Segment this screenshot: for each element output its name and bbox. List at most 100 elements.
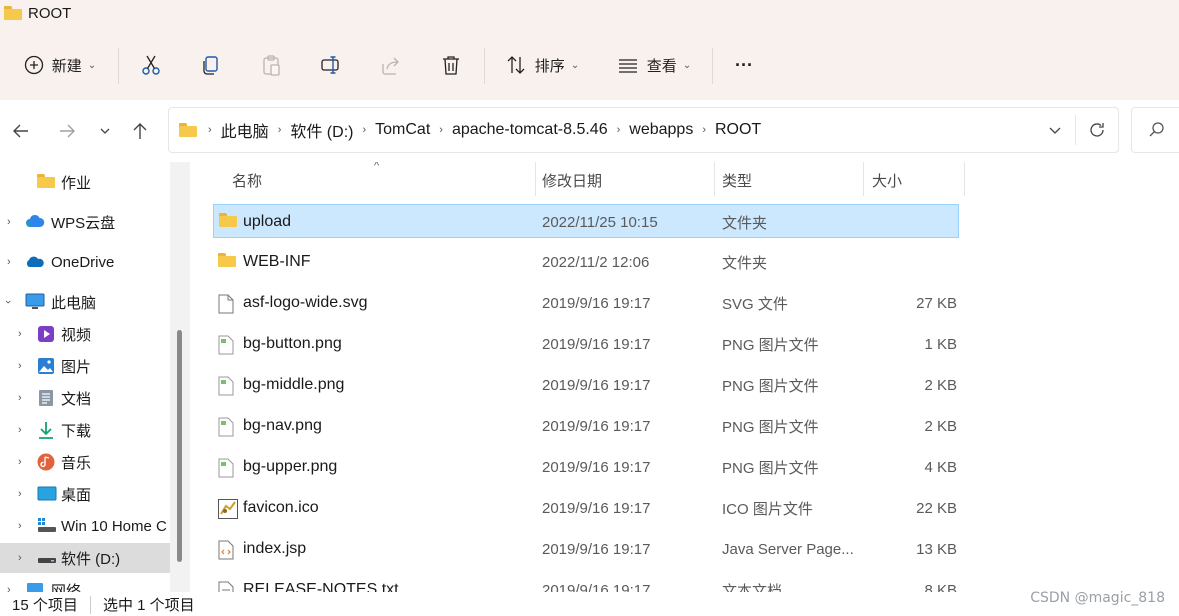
sidebar-item-onedrive[interactable]: › OneDrive	[0, 247, 170, 277]
file-row-release-notes[interactable]: RELEASE-NOTES.txt 2019/9/16 19:17 文本文档 8…	[213, 573, 959, 592]
sidebar-item-network[interactable]: › 网络	[0, 575, 170, 592]
file-size: 1 KB	[924, 335, 957, 353]
file-row-bg-middle[interactable]: bg-middle.png 2019/9/16 19:17 PNG 图片文件 2…	[213, 368, 959, 402]
column-divider[interactable]	[964, 162, 965, 196]
sidebar-item-label: 视频	[61, 326, 92, 344]
breadcrumb-apache-tomcat[interactable]: apache-tomcat-8.5.46	[448, 121, 612, 139]
file-row-upload[interactable]: upload 2022/11/25 10:15 文件夹	[213, 204, 959, 238]
sidebar-item-label: 网络	[51, 582, 82, 593]
sidebar-item-homework[interactable]: 作业	[0, 167, 170, 197]
share-button[interactable]	[376, 48, 406, 82]
sidebar-item-music[interactable]: › 音乐	[0, 447, 170, 477]
column-header-size[interactable]: 大小	[872, 162, 962, 198]
sidebar-item-wps-cloud[interactable]: › WPS云盘	[0, 207, 170, 237]
column-divider[interactable]	[714, 162, 715, 196]
breadcrumb-drive-d[interactable]: 软件 (D:)	[286, 118, 357, 142]
chevron-right-icon: ›	[208, 124, 212, 136]
rename-icon	[321, 56, 339, 74]
music-icon	[37, 453, 55, 471]
file-row-web-inf[interactable]: WEB-INF 2022/11/2 12:06 文件夹	[213, 245, 959, 279]
sidebar-item-documents[interactable]: › 文档	[0, 383, 170, 413]
recent-locations-button[interactable]	[93, 119, 117, 143]
sidebar-item-drive-c[interactable]: › Win 10 Home C	[0, 511, 170, 541]
chevron-right-icon[interactable]: ›	[18, 456, 22, 468]
forward-button[interactable]	[55, 119, 79, 143]
copy-button[interactable]	[196, 48, 226, 82]
sidebar-item-videos[interactable]: › 视频	[0, 319, 170, 349]
file-row-bg-nav[interactable]: bg-nav.png 2019/9/16 19:17 PNG 图片文件 2 KB	[213, 409, 959, 443]
column-header-label: 类型	[722, 172, 753, 190]
file-row-asf-logo[interactable]: asf-logo-wide.svg 2019/9/16 19:17 SVG 文件…	[213, 286, 959, 320]
share-icon	[382, 57, 399, 75]
sidebar-item-downloads[interactable]: › 下载	[0, 415, 170, 445]
column-header-modified[interactable]: 修改日期	[542, 162, 712, 198]
sidebar-item-this-pc[interactable]: › 此电脑	[0, 287, 170, 317]
chevron-right-icon[interactable]: ›	[18, 520, 22, 532]
file-row-bg-button[interactable]: bg-button.png 2019/9/16 19:17 PNG 图片文件 1…	[213, 327, 959, 361]
file-row-favicon[interactable]: favicon.ico 2019/9/16 19:17 ICO 图片文件 22 …	[213, 491, 959, 525]
breadcrumb-root[interactable]: ROOT	[711, 121, 765, 139]
status-divider	[90, 596, 91, 614]
code-file-icon	[218, 540, 236, 560]
chevron-right-icon: ›	[616, 124, 621, 136]
sidebar-item-label: 下载	[61, 422, 92, 440]
paste-button[interactable]	[256, 48, 286, 82]
sidebar-item-label: 音乐	[61, 454, 92, 472]
up-button[interactable]	[128, 119, 152, 143]
file-type: ICO 图片文件	[722, 500, 813, 518]
column-header-label: 名称	[232, 172, 263, 190]
rename-button[interactable]	[316, 48, 346, 82]
column-header-name[interactable]: 名称	[232, 162, 532, 198]
chevron-right-icon[interactable]: ›	[18, 488, 22, 500]
chevron-right-icon[interactable]: ›	[18, 424, 22, 436]
refresh-button[interactable]	[1076, 121, 1118, 139]
chevron-right-icon: ›	[362, 124, 367, 136]
sort-button[interactable]: 排序 ⌄	[502, 48, 582, 82]
chevron-right-icon[interactable]: ›	[18, 328, 22, 340]
sidebar-item-label: Win 10 Home C	[61, 517, 167, 535]
column-divider[interactable]	[535, 162, 536, 196]
chevron-right-icon[interactable]: ›	[7, 216, 11, 228]
sidebar-scrollbar-thumb[interactable]	[177, 330, 182, 562]
file-row-index-jsp[interactable]: index.jsp 2019/9/16 19:17 Java Server Pa…	[213, 532, 959, 566]
chevron-right-icon[interactable]: ›	[7, 256, 11, 268]
breadcrumb-tomcat[interactable]: TomCat	[371, 121, 434, 139]
file-type: PNG 图片文件	[722, 336, 819, 354]
chevron-down-icon[interactable]: ›	[2, 300, 14, 304]
more-button[interactable]: ···	[730, 48, 758, 82]
chevron-right-icon[interactable]: ›	[7, 584, 11, 592]
file-name: RELEASE-NOTES.txt	[243, 581, 399, 592]
sidebar-item-drive-d[interactable]: › 软件 (D:)	[0, 543, 170, 573]
delete-button[interactable]	[436, 48, 466, 82]
chevron-down-icon: ⌄	[87, 59, 97, 71]
desktop-icon	[37, 485, 57, 503]
folder-icon	[218, 253, 236, 271]
sidebar-item-label: WPS云盘	[51, 214, 116, 232]
chevron-right-icon[interactable]: ›	[18, 552, 22, 564]
address-bar[interactable]: › 此电脑 › 软件 (D:) › TomCat › apache-tomcat…	[168, 107, 1119, 153]
column-header-type[interactable]: 类型	[722, 162, 862, 198]
videos-icon	[37, 325, 55, 343]
view-button[interactable]: 查看 ⌄	[614, 48, 694, 82]
column-divider[interactable]	[863, 162, 864, 196]
chevron-right-icon[interactable]: ›	[18, 392, 22, 404]
arrow-right-icon	[60, 124, 75, 138]
sidebar-item-pictures[interactable]: › 图片	[0, 351, 170, 381]
sort-ascending-icon: ^	[374, 162, 380, 172]
cut-button[interactable]	[136, 48, 166, 82]
file-size: 2 KB	[924, 417, 957, 435]
address-history-button[interactable]	[1035, 123, 1075, 137]
chevron-right-icon: ›	[439, 124, 443, 136]
sidebar-item-desktop[interactable]: › 桌面	[0, 479, 170, 509]
file-row-bg-upper[interactable]: bg-upper.png 2019/9/16 19:17 PNG 图片文件 4 …	[213, 450, 959, 484]
documents-icon	[37, 389, 55, 407]
chevron-right-icon[interactable]: ›	[18, 360, 22, 372]
breadcrumb-this-pc[interactable]: 此电脑	[217, 118, 273, 142]
file-name: asf-logo-wide.svg	[243, 294, 368, 311]
breadcrumb-webapps[interactable]: webapps	[625, 121, 697, 139]
back-button[interactable]	[9, 119, 33, 143]
file-size: 4 KB	[924, 458, 957, 476]
new-button[interactable]: 新建 ⌄	[18, 48, 102, 82]
search-input[interactable]	[1131, 107, 1179, 153]
window-title: ROOT	[4, 3, 71, 23]
